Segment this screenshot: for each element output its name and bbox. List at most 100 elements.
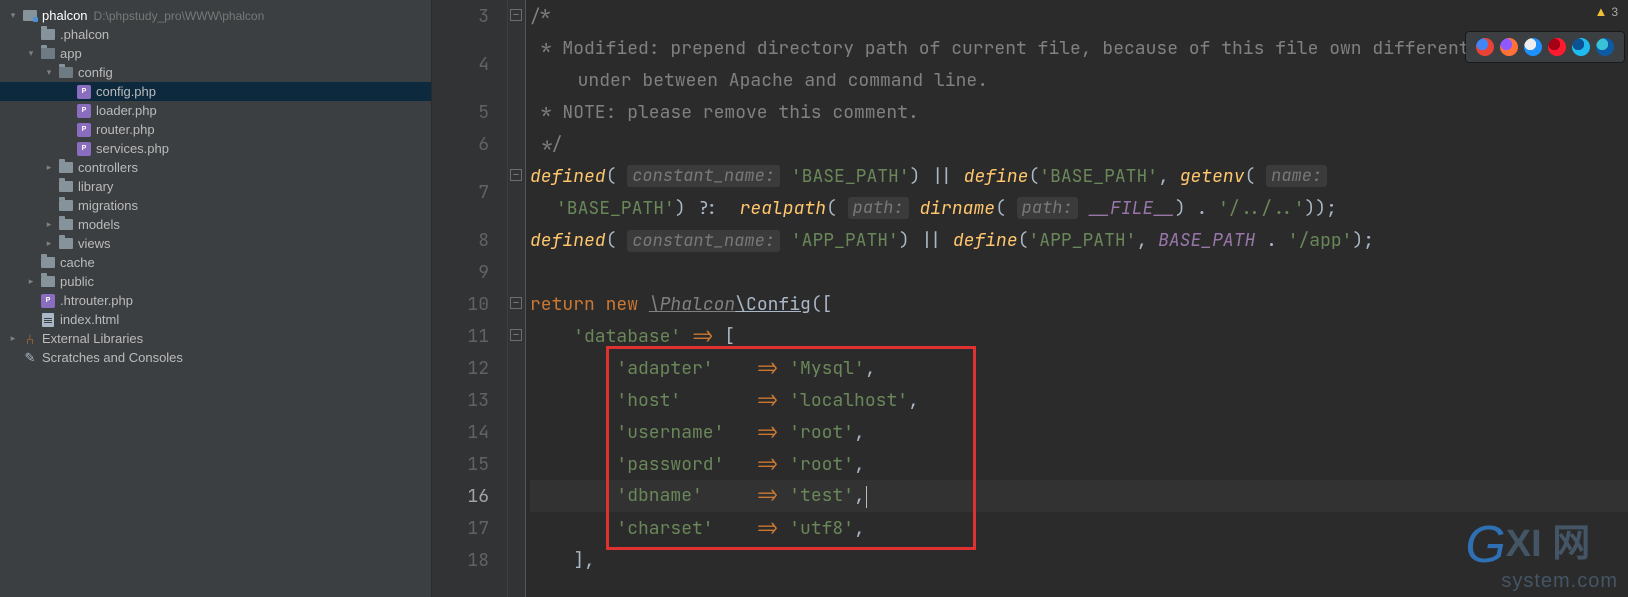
code-line[interactable]: 'host' => 'localhost', [530, 384, 1628, 416]
folder-icon [58, 179, 74, 195]
tree-item-views[interactable]: ▸views [0, 234, 431, 253]
fold-toggle-icon[interactable]: − [510, 9, 522, 21]
code-line[interactable] [530, 256, 1628, 288]
warning-icon: ▲ [1594, 4, 1607, 19]
tree-item-label: services.php [96, 141, 169, 156]
ie-browser-icon[interactable] [1572, 38, 1590, 56]
arrow-spacer [24, 313, 38, 327]
tree-item-cache[interactable]: cache [0, 253, 431, 272]
chrome-browser-icon[interactable] [1476, 38, 1494, 56]
tree-item--htrouter-php[interactable]: .htrouter.php [0, 291, 431, 310]
module-folder-icon [22, 8, 38, 24]
chevron-right-icon[interactable]: ▸ [24, 275, 38, 289]
tree-item-migrations[interactable]: migrations [0, 196, 431, 215]
arrow-spacer [42, 180, 56, 194]
html-file-icon [40, 312, 56, 328]
tree-item-label: loader.php [96, 103, 157, 118]
folder-icon [58, 217, 74, 233]
tree-item--phalcon[interactable]: .phalcon [0, 25, 431, 44]
arrow-spacer [60, 123, 74, 137]
code-line[interactable]: defined( constant_name: 'BASE_PATH') || … [530, 160, 1628, 224]
firefox-browser-icon[interactable] [1500, 38, 1518, 56]
arrow-spacer [42, 199, 56, 213]
code-line[interactable]: 'username' => 'root', [530, 416, 1628, 448]
gutter-line-number: 11 [432, 320, 489, 352]
arrow-spacer [60, 85, 74, 99]
code-line[interactable]: 'adapter' => 'Mysql', [530, 352, 1628, 384]
tree-item-loader-php[interactable]: loader.php [0, 101, 431, 120]
tree-item-label: .phalcon [60, 27, 109, 42]
tree-item-services-php[interactable]: services.php [0, 139, 431, 158]
tree-item-label: cache [60, 255, 95, 270]
edge-browser-icon[interactable] [1596, 38, 1614, 56]
arrow-spacer [60, 104, 74, 118]
tree-item-label: index.html [60, 312, 119, 327]
code-editor[interactable]: 3456789101112131415161718 −−−− /* * Modi… [432, 0, 1628, 597]
chevron-right-icon[interactable]: ▸ [42, 218, 56, 232]
safari-browser-icon[interactable] [1524, 38, 1542, 56]
tree-item-label: External Libraries [42, 331, 143, 346]
chevron-down-icon[interactable]: ▾ [6, 9, 20, 23]
folder-icon [40, 274, 56, 290]
fold-column[interactable]: − − − − [508, 0, 526, 597]
tree-item-router-php[interactable]: router.php [0, 120, 431, 139]
tree-item-config-php[interactable]: config.php [0, 82, 431, 101]
gutter-line-number: 18 [432, 544, 489, 576]
tree-item-models[interactable]: ▸ models [0, 215, 431, 234]
editor-gutter: 3456789101112131415161718 [432, 0, 508, 597]
tree-item-phalcon[interactable]: ▾phalconD:\phpstudy_pro\WWW\phalcon [0, 6, 431, 25]
open-in-browser-bar [1466, 32, 1624, 62]
chevron-down-icon[interactable]: ▾ [42, 66, 56, 80]
tree-item-label: public [60, 274, 94, 289]
tree-item-config[interactable]: ▾ config [0, 63, 431, 82]
gutter-line-number: 13 [432, 384, 489, 416]
code-line[interactable]: * Modified: prepend directory path of cu… [530, 32, 1628, 96]
tree-item-external-libraries[interactable]: ▸⑃ External Libraries [0, 329, 431, 348]
tree-item-public[interactable]: ▸ public [0, 272, 431, 291]
tree-item-index-html[interactable]: index.html [0, 310, 431, 329]
external-libraries-icon: ⑃ [22, 331, 38, 347]
tree-item-label: models [78, 217, 120, 232]
tree-item-scratches-and-consoles[interactable]: ✎Scratches and Consoles [0, 348, 431, 367]
code-area[interactable]: /* * Modified: prepend directory path of… [526, 0, 1628, 597]
chevron-down-icon[interactable]: ▾ [24, 47, 38, 61]
folder-icon [58, 198, 74, 214]
code-line[interactable]: defined( constant_name: 'APP_PATH') || d… [530, 224, 1628, 256]
tree-item-library[interactable]: library [0, 177, 431, 196]
chevron-right-icon[interactable]: ▸ [6, 332, 20, 346]
chevron-right-icon[interactable]: ▸ [42, 161, 56, 175]
php-file-icon [76, 141, 92, 157]
folder-icon [40, 255, 56, 271]
gutter-line-number: 9 [432, 256, 489, 288]
chevron-right-icon[interactable]: ▸ [42, 237, 56, 251]
code-line[interactable]: * NOTE: please remove this comment. [530, 96, 1628, 128]
fold-toggle-icon[interactable]: − [510, 329, 522, 341]
editor-topright-toolbar: ▲ 3 [1588, 2, 1624, 21]
arrow-spacer [24, 256, 38, 270]
code-line[interactable]: 'dbname' => 'test', [530, 480, 1628, 512]
arrow-spacer [24, 294, 38, 308]
folder-open-icon [58, 65, 74, 81]
tree-item-label: config.php [96, 84, 156, 99]
tree-item-app[interactable]: ▾app [0, 44, 431, 63]
code-line[interactable]: /* [530, 0, 1628, 32]
code-line[interactable]: 'charset' => 'utf8', [530, 512, 1628, 544]
inspection-warning-badge[interactable]: ▲ 3 [1588, 2, 1624, 21]
gutter-line-number: 3 [432, 0, 489, 32]
gutter-line-number: 14 [432, 416, 489, 448]
fold-toggle-icon[interactable]: − [510, 297, 522, 309]
gutter-line-number: 12 [432, 352, 489, 384]
arrow-spacer [24, 28, 38, 42]
code-line[interactable]: */ [530, 128, 1628, 160]
folder-icon [40, 27, 56, 43]
code-line[interactable]: 'password' => 'root', [530, 448, 1628, 480]
code-line[interactable]: return new \Phalcon\Config([ [530, 288, 1628, 320]
tree-item-controllers[interactable]: ▸controllers [0, 158, 431, 177]
opera-browser-icon[interactable] [1548, 38, 1566, 56]
php-file-icon [40, 293, 56, 309]
fold-toggle-icon[interactable]: − [510, 169, 522, 181]
code-line[interactable]: 'database' => [ [530, 320, 1628, 352]
tree-item-label: config [78, 65, 113, 80]
code-line[interactable]: ], [530, 544, 1628, 576]
tree-item-label: Scratches and Consoles [42, 350, 183, 365]
